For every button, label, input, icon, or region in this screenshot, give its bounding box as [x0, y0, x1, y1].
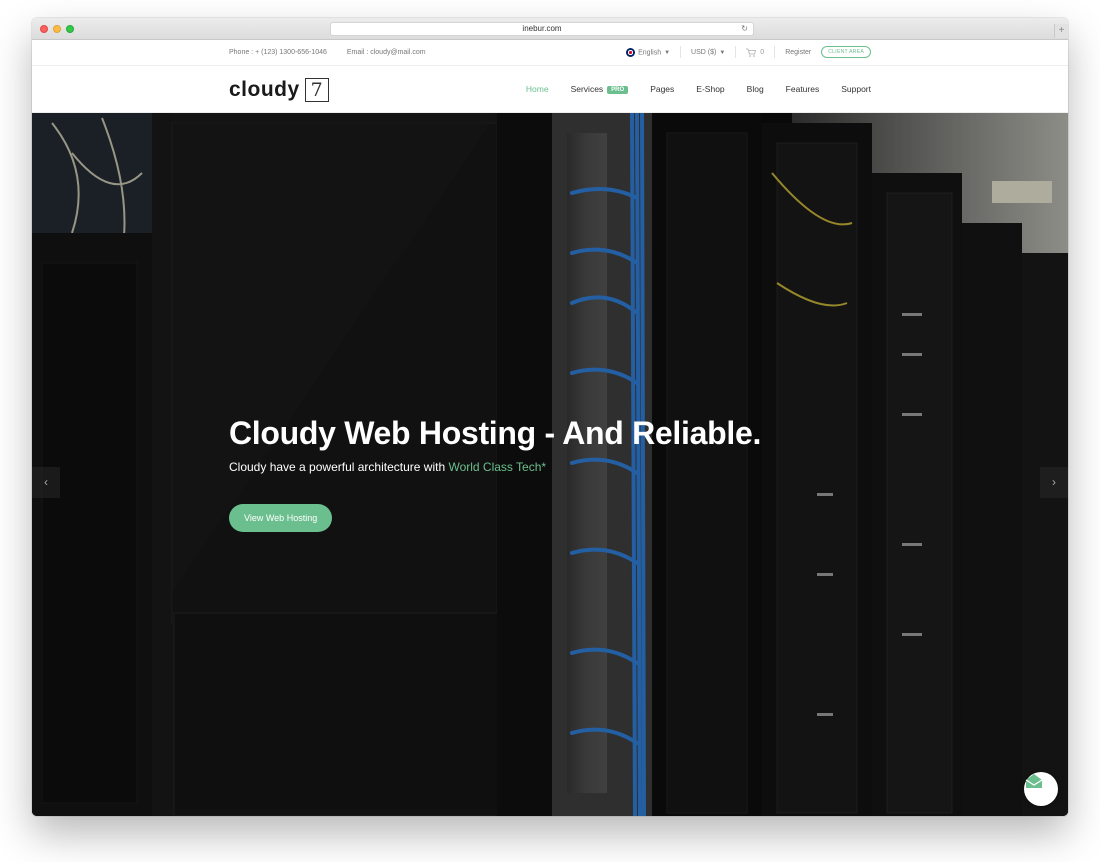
main-nav: cloudy 7 Home Services PRO Pages E-Shop B… [32, 66, 1068, 113]
uk-flag-icon [626, 47, 636, 57]
logo-text: cloudy [229, 78, 300, 101]
chat-button[interactable] [1024, 772, 1058, 806]
hero-title: Cloudy Web Hosting - And Reliable. [229, 415, 762, 451]
slider-next-button[interactable]: › [1040, 467, 1068, 498]
language-label: English [638, 48, 662, 56]
address-url: inebur.com [522, 24, 562, 33]
nav-item-eshop[interactable]: E-Shop [696, 84, 724, 94]
currency-selector[interactable]: USD ($) ▼ [691, 49, 725, 56]
reload-icon[interactable]: ↻ [741, 23, 748, 35]
logo-number: 7 [304, 78, 329, 102]
browser-chrome: inebur.com ↻ + [32, 18, 1068, 40]
browser-window: inebur.com ↻ + Phone : + (123) 1300-656-… [32, 18, 1068, 816]
nav-menu: Home Services PRO Pages E-Shop Blog Featu… [526, 84, 871, 94]
hero-subtitle-accent: World Class Tech* [448, 460, 547, 474]
address-bar[interactable]: inebur.com ↻ [330, 22, 754, 36]
view-web-hosting-button[interactable]: View Web Hosting [229, 504, 333, 532]
top-bar: Phone : + (123) 1300-656-1046 Email : cl… [32, 40, 1068, 66]
close-window-button[interactable] [40, 25, 48, 33]
email-text: Email : cloudy@mail.com [346, 49, 426, 56]
register-link[interactable]: Register [785, 49, 811, 56]
cart-button[interactable]: 0 [746, 48, 764, 57]
chevron-left-icon: ‹ [44, 475, 48, 489]
pro-badge: PRO [607, 86, 629, 94]
envelope-icon [1025, 774, 1043, 788]
chevron-right-icon: › [1052, 475, 1056, 489]
divider [735, 46, 737, 58]
nav-item-features[interactable]: Features [786, 84, 820, 94]
caret-down-icon: ▼ [719, 49, 726, 56]
site-logo[interactable]: cloudy 7 [229, 78, 329, 102]
caret-down-icon: ▼ [664, 49, 671, 56]
hero-subtitle-text: Cloudy have a powerful architecture with [229, 460, 449, 474]
hero-slider: ‹ › Cloudy Web Hosting - And Reliable. C… [32, 113, 1068, 816]
cart-count: 0 [760, 48, 765, 56]
window-controls [40, 25, 74, 33]
nav-item-pages[interactable]: Pages [650, 84, 674, 94]
hero-subtitle: Cloudy have a powerful architecture with… [229, 460, 761, 474]
hero-content: Cloudy Web Hosting - And Reliable. Cloud… [229, 415, 761, 532]
maximize-window-button[interactable] [66, 25, 74, 33]
nav-item-services-label: Services [570, 84, 604, 94]
nav-item-support[interactable]: Support [841, 84, 871, 94]
phone-text: Phone : + (123) 1300-656-1046 [229, 49, 327, 56]
slider-prev-button[interactable]: ‹ [32, 467, 60, 498]
nav-item-blog[interactable]: Blog [747, 84, 764, 94]
client-area-button[interactable]: CLIENT AREA [821, 46, 871, 58]
cart-icon [746, 48, 757, 57]
language-selector[interactable]: English ▼ [626, 47, 671, 57]
nav-item-home[interactable]: Home [526, 84, 549, 94]
minimize-window-button[interactable] [53, 25, 61, 33]
nav-item-services[interactable]: Services PRO [571, 84, 629, 94]
plus-icon[interactable]: + [1054, 24, 1068, 38]
currency-label: USD ($) [691, 48, 717, 56]
divider [680, 46, 682, 58]
divider [774, 46, 776, 58]
